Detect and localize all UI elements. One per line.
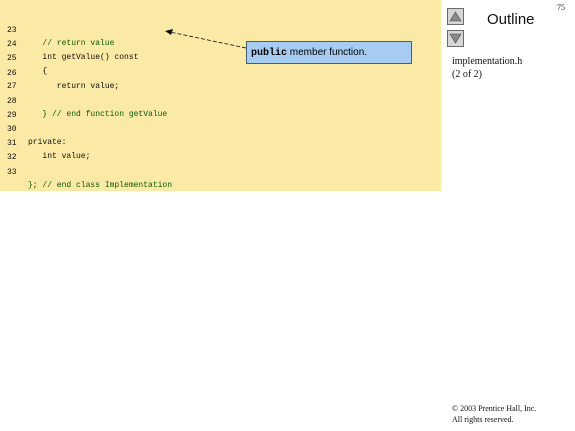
outline-title: Outline — [487, 11, 535, 28]
triangle-up-icon — [449, 11, 462, 22]
triangle-down-icon — [449, 33, 462, 44]
callout-text: member function. — [287, 47, 368, 58]
file-part: (2 of 2) — [452, 69, 482, 80]
callout-keyword: public — [251, 48, 288, 59]
rights-line: All rights reserved. — [452, 415, 514, 424]
callout-arrow — [165, 29, 247, 49]
callout-box: public member function. — [246, 41, 412, 64]
next-slide-button[interactable] — [447, 30, 464, 47]
copyright-line: © 2003 Prentice Hall, Inc. — [452, 404, 537, 413]
file-name: implementation.h — [452, 56, 523, 67]
page-number: 75 — [557, 3, 565, 12]
previous-slide-button[interactable] — [447, 8, 464, 25]
